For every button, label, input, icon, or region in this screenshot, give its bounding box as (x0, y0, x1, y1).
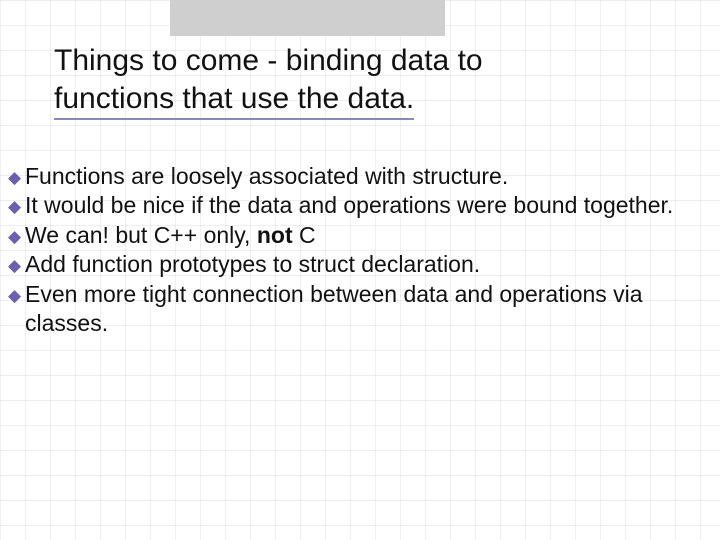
list-item: ◆ It would be nice if the data and opera… (8, 191, 700, 220)
list-item: ◆ Even more tight connection between dat… (8, 280, 700, 339)
title-line-1: Things to come - binding data to (54, 44, 483, 77)
title-line-2: functions that use the data. (54, 80, 414, 121)
bullet-text: It would be nice if the data and operati… (25, 191, 700, 220)
bullet-text: Add function prototypes to struct declar… (25, 250, 700, 279)
bullet-text: Functions are loosely associated with st… (25, 162, 700, 191)
slide-body: ◆ Functions are loosely associated with … (8, 162, 700, 339)
bullet-text: We can! but C++ only, not C (25, 221, 700, 250)
list-item: ◆ Functions are loosely associated with … (8, 162, 700, 191)
bullet-icon: ◆ (8, 191, 25, 215)
slide-title: Things to come - binding data to functio… (54, 42, 680, 120)
bullet-text: Even more tight connection between data … (25, 280, 700, 339)
bullet-icon: ◆ (8, 162, 25, 186)
title-accent-bar (170, 0, 445, 36)
list-item: ◆ We can! but C++ only, not C (8, 221, 700, 250)
bullet-icon: ◆ (8, 250, 25, 274)
bullet-icon: ◆ (8, 221, 25, 245)
bullet-icon: ◆ (8, 280, 25, 304)
list-item: ◆ Add function prototypes to struct decl… (8, 250, 700, 279)
slide: Things to come - binding data to functio… (0, 0, 720, 540)
